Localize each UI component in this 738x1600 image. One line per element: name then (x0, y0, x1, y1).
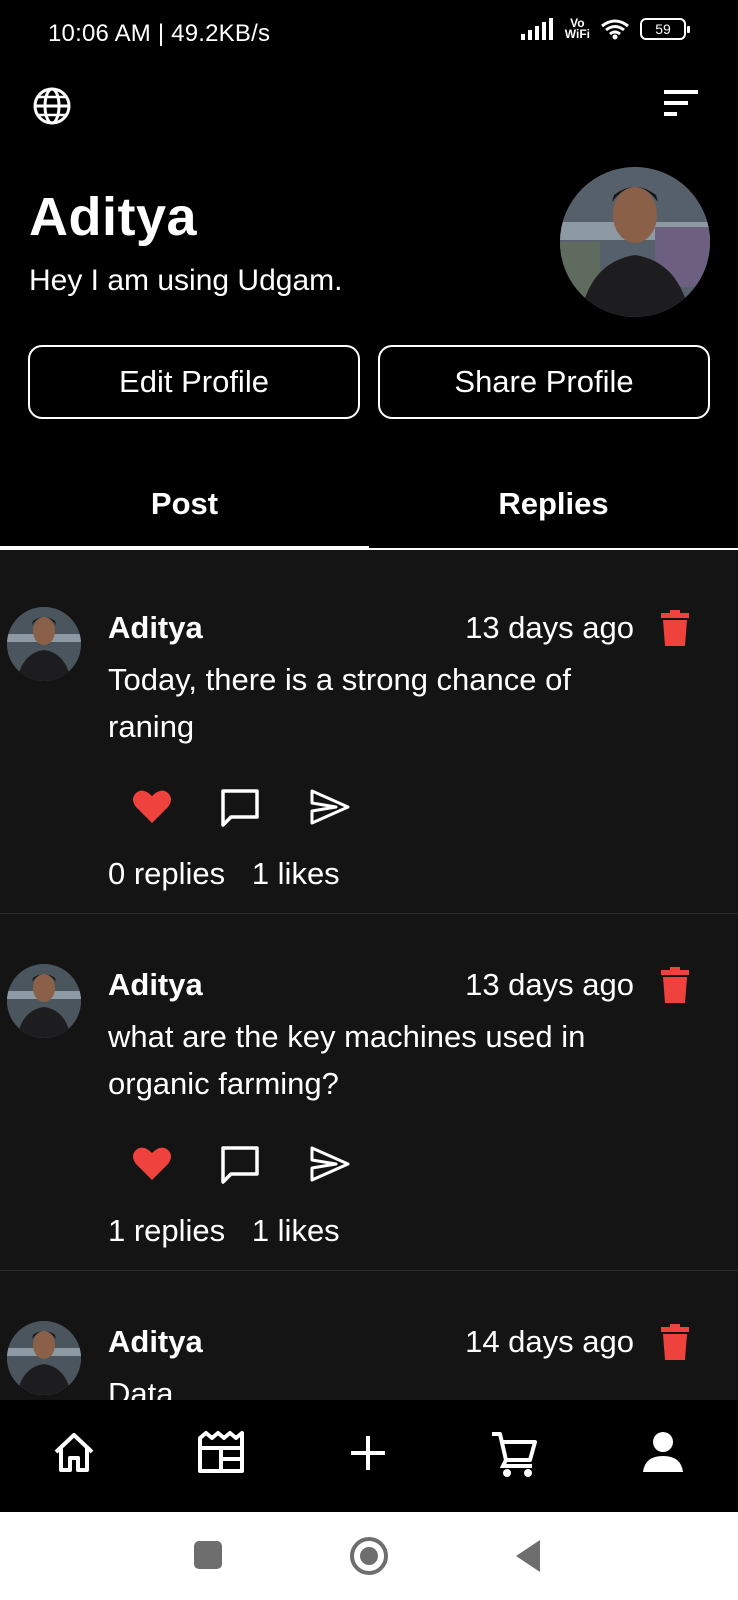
post-actions (132, 788, 362, 832)
status-time: 10:06 AM | 49.2KB/s (48, 20, 271, 47)
post-text: Data ... (108, 1376, 208, 1400)
cart-icon[interactable] (490, 1430, 538, 1483)
add-icon[interactable] (348, 1430, 388, 1479)
post-time: 14 days ago (465, 1324, 634, 1359)
post-author-avatar[interactable] (7, 964, 81, 1038)
send-icon[interactable] (310, 788, 350, 831)
heart-icon[interactable] (132, 1145, 172, 1186)
post-text: Today, there is a strong chance of ranin… (108, 662, 571, 744)
profile-bio: Hey I am using Udgam. (29, 264, 343, 297)
vowifi-indicator: Vo WiFi (564, 16, 590, 41)
post-card: Aditya 13 days ago Today, there is a str… (0, 550, 738, 914)
post-stats: 0 replies 1 likes (108, 856, 358, 892)
post-author: Aditya (108, 610, 203, 645)
post-time: 13 days ago (465, 610, 634, 645)
trash-icon[interactable] (661, 1324, 689, 1365)
globe-icon[interactable] (32, 86, 72, 131)
header-toolbar (0, 80, 738, 130)
profile-name: Aditya (29, 187, 198, 247)
post-actions (132, 1145, 362, 1189)
post-author-avatar[interactable] (7, 607, 81, 681)
bottom-navigation (0, 1400, 738, 1512)
reply-count[interactable]: 1 replies (108, 1213, 225, 1248)
heart-icon[interactable] (132, 788, 172, 829)
comment-icon[interactable] (220, 1145, 260, 1190)
like-count: 1 likes (251, 1213, 340, 1248)
status-bar: 10:06 AM | 49.2KB/s Vo WiFi 59 (0, 0, 738, 68)
like-count: 1 likes (251, 856, 340, 891)
status-icons: Vo WiFi 59 (520, 16, 690, 41)
post-author: Aditya (108, 1324, 203, 1359)
system-navigation-bar (0, 1512, 738, 1600)
tab-replies[interactable]: Replies (369, 460, 738, 548)
post-card: Aditya 14 days ago Data ... (0, 1264, 738, 1400)
recents-button[interactable] (194, 1541, 222, 1569)
profile-avatar[interactable] (560, 167, 710, 317)
post-time: 13 days ago (465, 967, 634, 1002)
profile-tabs: Post Replies (0, 460, 738, 550)
feed-icon[interactable] (197, 1430, 245, 1479)
trash-icon[interactable] (661, 967, 689, 1008)
profile-icon[interactable] (641, 1430, 685, 1479)
post-feed[interactable]: Aditya 13 days ago Today, there is a str… (0, 550, 738, 1400)
wifi-icon (601, 19, 629, 40)
post-card: Aditya 13 days ago what are the key mach… (0, 907, 738, 1271)
home-system-button[interactable] (350, 1537, 388, 1575)
tab-post[interactable]: Post (0, 460, 369, 548)
post-text: what are the key machines used in organi… (108, 1019, 586, 1101)
home-icon[interactable] (52, 1430, 96, 1479)
share-profile-button[interactable]: Share Profile (378, 345, 710, 419)
post-stats: 1 replies 1 likes (108, 1213, 358, 1249)
back-button[interactable] (516, 1540, 540, 1572)
sort-menu-icon[interactable] (664, 90, 698, 121)
battery-indicator: 59 (640, 18, 690, 40)
trash-icon[interactable] (661, 610, 689, 651)
signal-icon (520, 18, 553, 40)
post-author-avatar[interactable] (7, 1321, 81, 1395)
comment-icon[interactable] (220, 788, 260, 833)
reply-count[interactable]: 0 replies (108, 856, 225, 891)
send-icon[interactable] (310, 1145, 350, 1188)
post-author: Aditya (108, 967, 203, 1002)
edit-profile-button[interactable]: Edit Profile (28, 345, 360, 419)
